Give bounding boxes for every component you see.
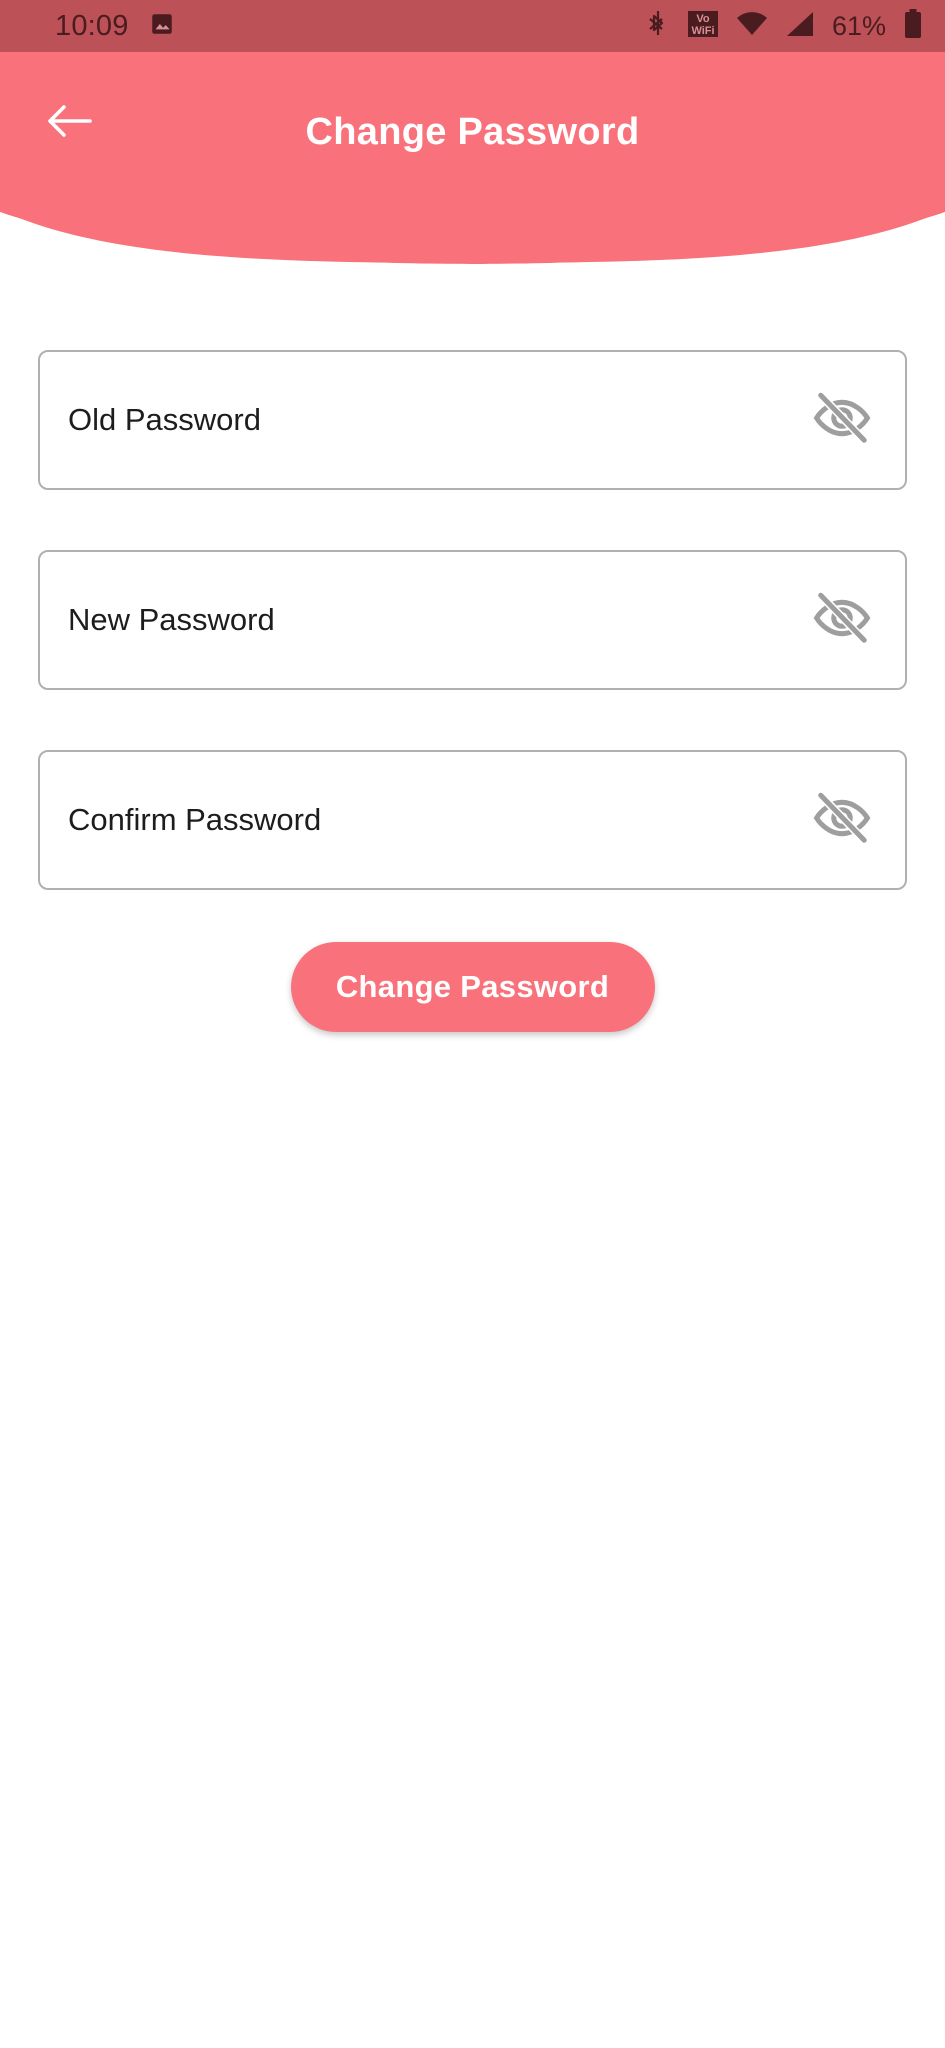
old-password-field[interactable]: Old Password xyxy=(38,350,907,490)
wifi-icon xyxy=(736,11,768,42)
change-password-button[interactable]: Change Password xyxy=(290,942,655,1032)
confirm-password-field[interactable]: Confirm Password xyxy=(38,750,907,890)
status-bar-clock: 10:09 xyxy=(55,9,129,42)
new-password-label: New Password xyxy=(68,602,275,637)
bluetooth-icon xyxy=(646,10,670,43)
status-bar-right: Vo WiFi 61% xyxy=(646,8,923,44)
svg-text:WiFi: WiFi xyxy=(691,25,714,37)
old-password-label: Old Password xyxy=(68,402,261,437)
status-bar: 10:09 Vo WiFi 61% xyxy=(0,0,945,52)
battery-icon xyxy=(903,8,923,44)
vowifi-icon: Vo WiFi xyxy=(687,9,719,44)
page-title: Change Password xyxy=(305,110,640,153)
status-bar-left: 10:09 xyxy=(55,10,175,43)
new-password-field[interactable]: New Password xyxy=(38,550,907,690)
svg-text:Vo: Vo xyxy=(696,13,710,25)
new-password-visibility-toggle[interactable] xyxy=(809,587,875,653)
battery-percent-label: 61% xyxy=(831,10,886,41)
confirm-password-visibility-toggle[interactable] xyxy=(809,787,875,853)
confirm-password-label: Confirm Password xyxy=(68,802,322,837)
change-password-form: Old Password New Password Confirm Passwo… xyxy=(0,350,945,1032)
old-password-visibility-toggle[interactable] xyxy=(809,387,875,453)
eye-off-icon xyxy=(813,589,871,652)
eye-off-icon xyxy=(813,389,871,452)
eye-off-icon xyxy=(813,789,871,852)
photo-notification-icon xyxy=(149,11,175,42)
submit-row: Change Password xyxy=(0,942,945,1032)
app-screen: 10:09 Vo WiFi 61% Change Password Old Pa… xyxy=(0,0,945,2048)
cellular-signal-icon xyxy=(785,11,815,42)
app-header: Change Password xyxy=(0,52,945,267)
